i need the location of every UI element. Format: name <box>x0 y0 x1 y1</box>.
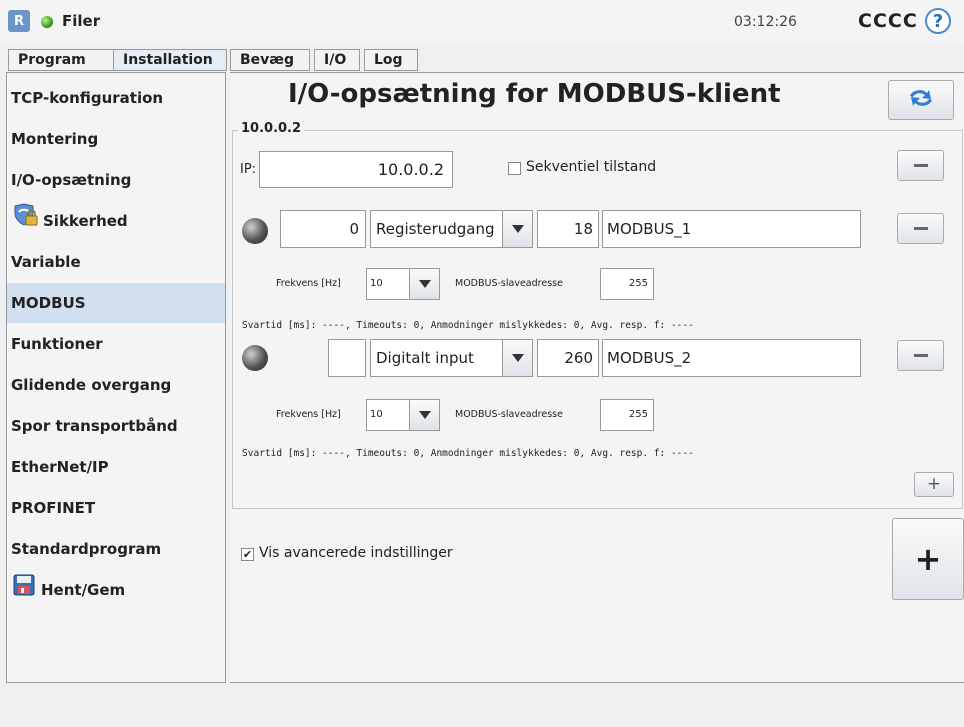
help-icon[interactable]: ? <box>925 8 951 34</box>
frequency-dropdown[interactable]: 10 <box>366 399 440 431</box>
add-modbus-unit-button[interactable]: + <box>892 518 964 600</box>
sidebar-item-load-save[interactable]: Hent/Gem <box>7 570 225 610</box>
tab-program[interactable]: Program <box>8 49 114 71</box>
page-title: I/O-opsætning for MODBUS-klient <box>288 79 781 109</box>
robot-status-icon <box>41 16 53 28</box>
plus-icon: + <box>914 540 942 578</box>
advanced-settings-checkbox[interactable]: ✔ <box>241 548 254 561</box>
refresh-icon <box>907 87 935 113</box>
signal-type-dropdown[interactable]: Registerudgang <box>370 210 533 248</box>
tab-move[interactable]: Bevæg <box>230 49 310 71</box>
refresh-button[interactable] <box>888 80 954 120</box>
delete-signal-button[interactable] <box>897 340 944 371</box>
chevron-down-icon <box>409 400 439 430</box>
sidebar-item-conveyor-tracking[interactable]: Spor transportbånd <box>7 406 225 446</box>
slave-address-label: MODBUS-slaveadresse <box>455 278 563 289</box>
clock: 03:12:26 <box>734 14 797 30</box>
slave-address-input[interactable]: 255 <box>600 268 654 300</box>
ip-input[interactable]: 10.0.0.2 <box>259 151 453 188</box>
signal-address-input[interactable]: 0 <box>280 210 366 248</box>
minus-icon <box>913 227 928 230</box>
tab-installation[interactable]: Installation <box>113 49 227 71</box>
signal-stats: Svartid [ms]: ----, Timeouts: 0, Anmodni… <box>242 448 694 459</box>
sidebar-item-features[interactable]: Funktioner <box>7 324 225 364</box>
installation-sidebar: TCP-konfiguration Montering I/O-opsætnin… <box>6 72 226 683</box>
sidebar-item-modbus[interactable]: MODBUS <box>7 283 225 323</box>
delete-unit-button[interactable] <box>897 150 944 181</box>
signal-name-input[interactable]: MODBUS_1 <box>602 210 861 248</box>
frequency-label: Frekvens [Hz] <box>276 409 341 420</box>
checkmark-icon: ✔ <box>242 548 253 561</box>
add-signal-button[interactable]: + <box>914 472 954 497</box>
shield-lock-icon <box>13 202 39 242</box>
chevron-down-icon <box>502 340 532 376</box>
delete-signal-button[interactable] <box>897 213 944 244</box>
signal-register-input[interactable]: 18 <box>537 210 599 248</box>
signal-name-input[interactable]: MODBUS_2 <box>602 339 861 377</box>
signal-type-value: Digitalt input <box>376 349 474 367</box>
sidebar-item-mounting[interactable]: Montering <box>7 119 225 159</box>
advanced-settings-label: Vis avancerede indstillinger <box>259 545 453 561</box>
title-bar: R Filer 03:12:26 CCCC ? <box>0 0 964 44</box>
sequential-mode-label: Sekventiel tilstand <box>526 159 657 175</box>
signal-stats: Svartid [ms]: ----, Timeouts: 0, Anmodni… <box>242 320 694 331</box>
frequency-label: Frekvens [Hz] <box>276 278 341 289</box>
ur-logo-icon: R <box>8 10 30 32</box>
sidebar-item-variables[interactable]: Variable <box>7 242 225 282</box>
file-menu[interactable]: Filer <box>62 12 100 30</box>
ip-label: IP: <box>240 162 257 177</box>
signal-address-input[interactable] <box>328 339 366 377</box>
signal-status-led-icon <box>242 218 268 244</box>
frequency-value: 10 <box>370 409 383 420</box>
sidebar-item-label: Hent/Gem <box>41 581 126 599</box>
minus-icon <box>913 164 928 167</box>
signal-type-value: Registerudgang <box>376 220 495 238</box>
unit-ip-label: 10.0.0.2 <box>238 121 305 136</box>
footer-bar <box>0 686 964 727</box>
tab-io[interactable]: I/O <box>314 49 360 71</box>
slave-address-input[interactable]: 255 <box>600 399 654 431</box>
frequency-value: 10 <box>370 278 383 289</box>
sidebar-item-smooth-transition[interactable]: Glidende overgang <box>7 365 225 405</box>
chevron-down-icon <box>409 269 439 299</box>
signal-status-led-icon <box>242 345 268 371</box>
plus-icon: + <box>926 474 942 494</box>
sidebar-item-profinet[interactable]: PROFINET <box>7 488 225 528</box>
sidebar-item-ethernet-ip[interactable]: EtherNet/IP <box>7 447 225 487</box>
tab-log[interactable]: Log <box>364 49 418 71</box>
frequency-dropdown[interactable]: 10 <box>366 268 440 300</box>
minus-icon <box>913 354 928 357</box>
sidebar-item-default-program[interactable]: Standardprogram <box>7 529 225 569</box>
sidebar-item-label: Sikkerhed <box>43 212 128 230</box>
slave-address-label: MODBUS-slaveadresse <box>455 409 563 420</box>
chevron-down-icon <box>502 211 532 247</box>
robot-name: CCCC <box>858 10 918 32</box>
sequential-mode-checkbox[interactable] <box>508 162 521 175</box>
sidebar-item-safety[interactable]: Sikkerhed <box>7 201 225 241</box>
floppy-disk-icon <box>13 571 35 611</box>
signal-register-input[interactable]: 260 <box>537 339 599 377</box>
sidebar-item-io-setup[interactable]: I/O-opsætning <box>7 160 225 200</box>
sidebar-item-tcp[interactable]: TCP-konfiguration <box>7 78 225 118</box>
signal-type-dropdown[interactable]: Digitalt input <box>370 339 533 377</box>
